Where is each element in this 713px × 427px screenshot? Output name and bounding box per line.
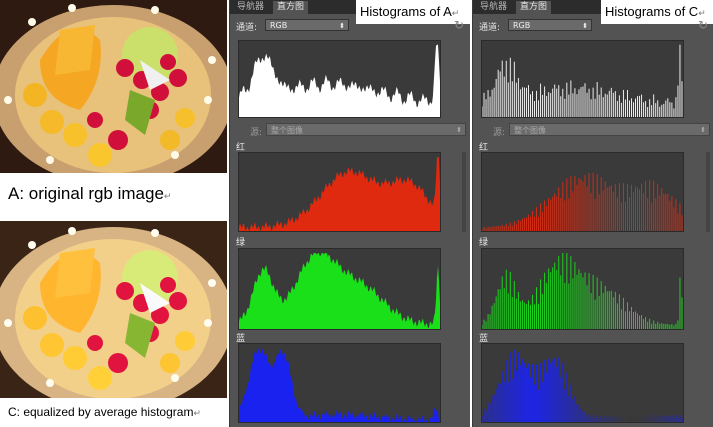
equalized-image: [0, 221, 227, 398]
source-select[interactable]: 整个图像 ⬍: [509, 123, 710, 136]
channel-label: 通道:: [479, 23, 501, 33]
source-value: 整个图像: [271, 126, 303, 135]
blue-histogram: [238, 343, 441, 423]
return-mark: ↵: [193, 408, 201, 418]
blue-histogram-graph: [482, 349, 683, 422]
source-label: 源:: [493, 128, 506, 138]
green-histogram: [481, 248, 684, 330]
rgb-histogram-area: [239, 44, 440, 117]
rgb-histogram: [481, 40, 684, 118]
channel-value: RGB: [513, 21, 531, 30]
rgb-histogram: [238, 40, 441, 118]
tab-histogram[interactable]: 直方图: [273, 1, 309, 14]
return-mark: ↵: [451, 8, 460, 18]
rgb-histogram-graph: [482, 44, 683, 117]
blue-histogram: [481, 343, 684, 423]
refresh-icon[interactable]: ↻: [698, 18, 708, 32]
dropdown-arrow-icon: ⬍: [582, 22, 588, 30]
panel-scrollbar[interactable]: [706, 152, 710, 232]
caption-original-text: A: original rgb image: [8, 184, 164, 203]
channel-select[interactable]: RGB ⬍: [265, 19, 349, 31]
caption-equalized-text: C: equalized by average histogram: [8, 405, 194, 419]
panel-title: Histograms of C↵: [601, 0, 713, 24]
red-histogram: [238, 152, 441, 232]
channel-select[interactable]: RGB ⬍: [508, 19, 592, 31]
return-mark: ↵: [163, 191, 172, 201]
blue-histogram-area: [239, 348, 440, 422]
green-histogram: [238, 248, 441, 330]
red-histogram-graph: [482, 172, 683, 231]
source-label: 源:: [250, 128, 263, 138]
rgb-histogram-graph: [239, 44, 440, 117]
panel-title-text: Histograms of A: [360, 4, 452, 19]
caption-equalized: C: equalized by average histogram↵: [8, 405, 201, 419]
green-histogram-graph: [482, 253, 683, 329]
tab-histogram[interactable]: 直方图: [516, 1, 552, 14]
original-image: [0, 0, 227, 173]
refresh-icon[interactable]: ↻: [454, 18, 464, 32]
red-histogram-area: [239, 156, 440, 231]
return-mark: ↵: [698, 8, 706, 18]
histogram-panel-a: 导航器 直方图 Histograms of A↵ 通道: RGB ⬍ ↻ 源: …: [229, 0, 476, 427]
source-select[interactable]: 整个图像 ⬍: [266, 123, 466, 136]
dropdown-arrow-icon: ⬍: [339, 22, 345, 30]
blue-histogram-graph: [239, 348, 440, 422]
green-histogram-area: [239, 253, 440, 329]
tab-navigator[interactable]: 导航器: [233, 1, 268, 14]
dropdown-arrow-icon: ⬍: [456, 126, 462, 134]
panel-title-text: Histograms of C: [605, 4, 699, 19]
panel-scrollbar[interactable]: [462, 152, 466, 232]
source-value: 整个图像: [514, 126, 546, 135]
green-histogram-graph: [239, 253, 440, 329]
red-histogram: [481, 152, 684, 232]
green-label: 绿: [236, 238, 246, 248]
dropdown-arrow-icon: ⬍: [700, 126, 706, 134]
caption-original: A: original rgb image↵: [8, 184, 171, 204]
green-label: 绿: [479, 238, 489, 248]
red-histogram-graph: [239, 156, 440, 231]
histogram-panel-c: 导航器 直方图 Histograms of C↵ 通道: RGB ⬍ ↻ 源: …: [472, 0, 713, 427]
tab-navigator[interactable]: 导航器: [476, 1, 511, 14]
channel-value: RGB: [270, 21, 288, 30]
channel-label: 通道:: [236, 23, 258, 33]
